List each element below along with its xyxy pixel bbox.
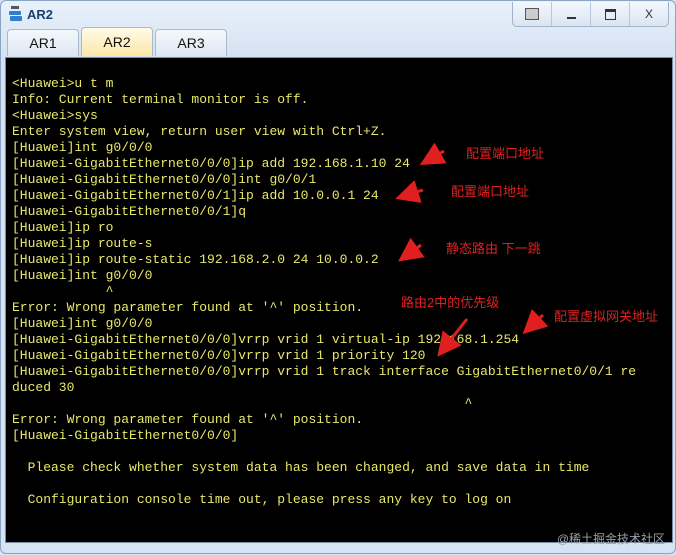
app-window: AR2 X AR1 AR2 AR3 <Huawei>u t m Info: Cur… xyxy=(0,0,676,554)
arrow-icon xyxy=(437,318,469,357)
watermark: @稀土掘金技术社区 xyxy=(556,532,665,546)
annotation-arrows xyxy=(395,142,549,357)
arrow-icon xyxy=(522,308,549,335)
arrow-icon xyxy=(419,142,447,166)
arrow-icon xyxy=(395,180,424,203)
arrow-icon xyxy=(398,237,425,262)
